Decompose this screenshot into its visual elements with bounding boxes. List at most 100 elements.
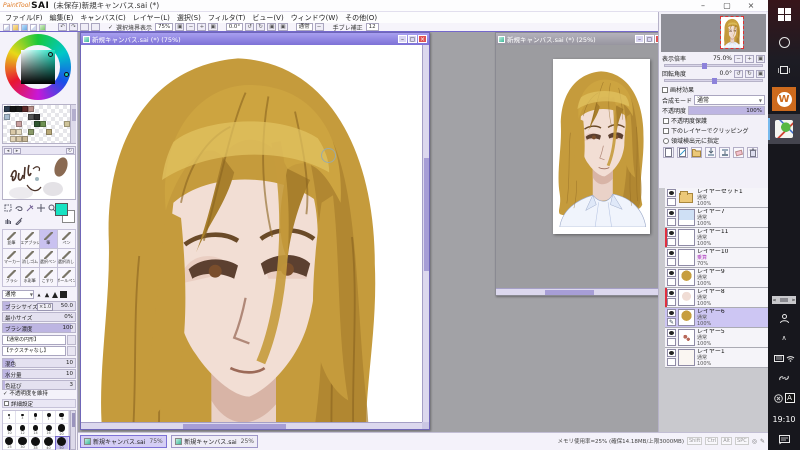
selection-source-row[interactable]: 領域検出元に指定: [663, 136, 764, 145]
layer-visibility-toggle[interactable]: [667, 269, 676, 277]
presets-scrollbar[interactable]: [70, 410, 76, 450]
rotate-cw-button[interactable]: ↻: [256, 23, 266, 31]
canvas-close-button[interactable]: ×: [418, 35, 427, 43]
selection-source-radio[interactable]: [663, 137, 669, 144]
brush-size-preset[interactable]: 9: [55, 411, 69, 424]
canvas2-minimize-button[interactable]: –: [635, 35, 644, 43]
clipping-group-checkbox[interactable]: [663, 127, 669, 134]
redo-button[interactable]: ↷: [69, 23, 78, 31]
canvas-main[interactable]: [81, 45, 422, 422]
brush-size-multiplier[interactable]: ×1.0: [37, 303, 54, 311]
blend-slider[interactable]: 混色 10: [2, 358, 76, 368]
menu-item[interactable]: 編集(E): [50, 13, 74, 23]
maximize-button[interactable]: ▢: [720, 0, 734, 11]
menu-item[interactable]: その他(O): [345, 13, 377, 23]
zoom-reset-button[interactable]: ▣: [208, 23, 218, 31]
canvas-window-secondary-titlebar[interactable]: 新規キャンバス.sai (*) (25%) – ▢ ×: [496, 33, 658, 45]
tool-button[interactable]: ボールペン: [57, 268, 76, 287]
blend-mode-dropdown[interactable]: 通常 ▼: [694, 95, 765, 105]
scratchpad-prev-button[interactable]: ◂: [4, 147, 12, 154]
canvas-main-vscrollbar[interactable]: [422, 45, 429, 422]
minimize-button[interactable]: –: [696, 0, 710, 11]
layer-visibility-toggle[interactable]: [667, 329, 676, 337]
start-button[interactable]: [768, 0, 800, 28]
flip-button[interactable]: ▣: [267, 23, 277, 31]
zoom-in-button[interactable]: +: [197, 23, 207, 31]
tool-button[interactable]: 選択消し: [57, 249, 76, 268]
brush-texture-dropdown[interactable]: 【テクスチャなし】: [2, 346, 66, 356]
save-as-icon[interactable]: [30, 23, 37, 31]
layer-item[interactable]: レイヤー1 通常 100%: [665, 348, 768, 368]
canvas-main-hscrollbar[interactable]: [81, 422, 422, 429]
clipping-group-row[interactable]: 下のレイヤーでクリッピング: [663, 126, 764, 135]
nav-zoom-in-button[interactable]: +: [745, 54, 754, 63]
scratchpad-next-button[interactable]: ▸: [13, 147, 21, 154]
move-icon[interactable]: [35, 202, 46, 214]
brush-size-slider[interactable]: ブラシサイズ ×1.0 50.0: [2, 301, 76, 311]
menu-item[interactable]: レイヤー(L): [133, 13, 170, 23]
canvas2-hscrollbar[interactable]: [496, 288, 658, 295]
tool-button[interactable]: エアブラシ: [21, 230, 40, 249]
layer-visibility-toggle[interactable]: [667, 249, 676, 257]
taskbar-app-sai[interactable]: [768, 114, 800, 144]
color-swatch[interactable]: [16, 128, 22, 135]
menu-item[interactable]: ウィンドウ(W): [291, 13, 338, 23]
layer-opacity-slider[interactable]: 100%: [688, 106, 765, 115]
canvas2-maximize-button[interactable]: ▢: [645, 35, 654, 43]
scratchpad[interactable]: ◂ ▸ ↻: [2, 146, 76, 200]
people-icon[interactable]: [768, 308, 800, 328]
color-swatch[interactable]: [16, 121, 22, 127]
tool-button[interactable]: 筆: [39, 230, 58, 249]
show-hidden-icons-chevron[interactable]: ∧: [768, 328, 800, 348]
transfer-down-button[interactable]: [705, 147, 716, 158]
layer-visibility-toggle[interactable]: [667, 229, 676, 237]
keep-opacity-checkbox[interactable]: ✓: [3, 391, 8, 397]
invert-selection-button[interactable]: [91, 23, 100, 31]
tool-button[interactable]: ブラシ: [3, 268, 22, 287]
nav-rotate-cw-button[interactable]: ↻: [745, 69, 754, 78]
tool-button[interactable]: マーカー: [3, 249, 22, 268]
color-swatch[interactable]: [28, 106, 34, 112]
brush-size-preset[interactable]: 35: [29, 437, 43, 450]
brush-shape-strength[interactable]: [67, 335, 76, 345]
save-icon[interactable]: [21, 23, 28, 31]
tool-button[interactable]: 消しゴム: [21, 249, 40, 268]
color-swatch[interactable]: [40, 121, 46, 127]
canvas-secondary[interactable]: [553, 59, 650, 234]
brush-size-preset[interactable]: 5: [29, 411, 43, 424]
undo-button[interactable]: ↶: [58, 23, 67, 31]
brush-size-preset[interactable]: 20: [55, 424, 69, 437]
selection-outline-checkbox[interactable]: ✓: [108, 24, 113, 31]
menu-item[interactable]: ファイル(F): [5, 13, 43, 23]
menu-item[interactable]: フィルタ(T): [208, 13, 246, 23]
brush-size-preset[interactable]: 7: [42, 411, 56, 424]
layer-visibility-toggle[interactable]: [667, 289, 676, 297]
cortana-button[interactable]: [768, 28, 800, 56]
brush-size-preset[interactable]: 3: [16, 411, 30, 424]
layer-visibility-toggle[interactable]: [667, 189, 676, 197]
merge-down-button[interactable]: [719, 147, 730, 158]
zoom-field[interactable]: 75%: [155, 23, 174, 31]
eyedropper-icon[interactable]: [13, 215, 24, 227]
color-swatch[interactable]: [46, 128, 52, 135]
layer-item[interactable]: レイヤー8 通常 100%: [665, 288, 768, 308]
foreground-color-chip[interactable]: [55, 203, 68, 216]
brush-shape-soft-icon[interactable]: [37, 293, 41, 296]
canvas-secondary-area[interactable]: [496, 45, 658, 288]
lasso-select-icon[interactable]: [13, 202, 24, 214]
open-icon[interactable]: [12, 23, 19, 31]
tool-button[interactable]: 鉛筆: [3, 230, 22, 249]
document-tab[interactable]: 新規キャンバス.sai 25%: [171, 435, 259, 448]
brush-size-preset[interactable]: 14: [29, 424, 43, 437]
tray-pager[interactable]: ∧ ∧: [772, 296, 796, 304]
keep-opacity-row[interactable]: ✓ 不透明度を維持: [3, 389, 48, 397]
brush-size-preset[interactable]: 50: [54, 436, 70, 450]
swatch-scrollbar[interactable]: [70, 105, 76, 143]
scratchpad-clear-button[interactable]: ↻: [66, 147, 74, 154]
menu-item[interactable]: 選択(S): [177, 13, 201, 23]
clear-layer-button[interactable]: [733, 147, 744, 158]
texture-section-header[interactable]: 画材効果: [662, 85, 765, 94]
min-size-slider[interactable]: 最小サイズ 0%: [2, 312, 76, 322]
stabilizer-dropdown[interactable]: 12: [365, 23, 379, 31]
new-layer-set-button[interactable]: [691, 147, 702, 158]
